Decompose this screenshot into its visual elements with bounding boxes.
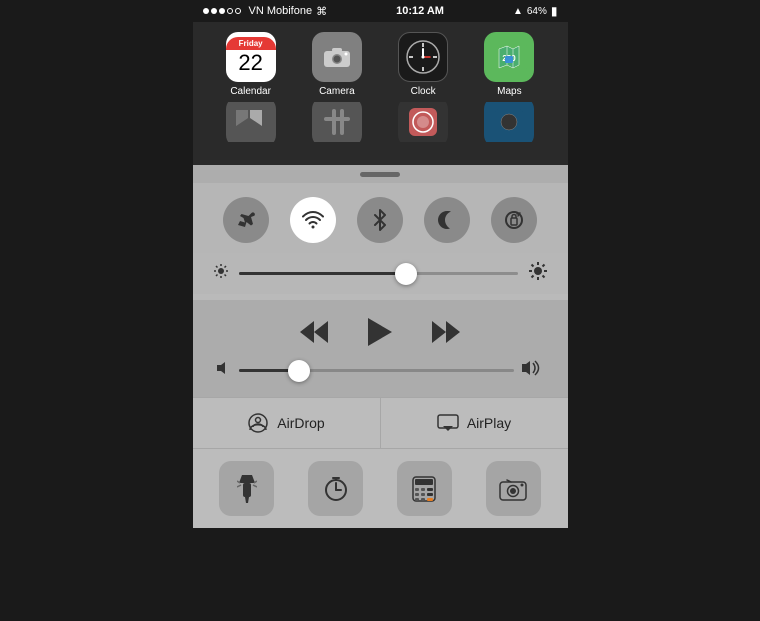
app-item-camera[interactable]: Camera: [307, 32, 367, 97]
flashlight-button[interactable]: [219, 461, 274, 516]
app-item-clock[interactable]: Clock: [393, 32, 453, 97]
dot3: [219, 8, 225, 14]
partial-icon-4: [484, 102, 534, 142]
app-item-calendar[interactable]: Friday 22 Calendar: [221, 32, 281, 97]
partial-app-row: [193, 102, 568, 142]
volume-low-icon: [217, 361, 231, 380]
status-right: ▲ 64% ▮: [513, 4, 558, 18]
toggle-row: [193, 183, 568, 253]
airdrop-icon: [247, 412, 269, 434]
camera-icon: [312, 32, 362, 82]
calendar-label: Calendar: [230, 86, 271, 97]
dot5: [235, 8, 241, 14]
bluetooth-button[interactable]: [357, 197, 403, 243]
fastforward-button[interactable]: [432, 321, 460, 343]
status-bar: VN Mobifone ⌘ 10:12 AM ▲ 64% ▮: [193, 0, 568, 22]
brightness-high-icon: [528, 261, 548, 286]
location-icon: ▲: [513, 6, 523, 17]
pull-handle-area[interactable]: [193, 165, 568, 183]
control-center: AirDrop AirPlay: [193, 183, 568, 528]
media-section: [193, 300, 568, 397]
status-time: 10:12 AM: [396, 5, 444, 17]
app-item-maps[interactable]: 280 Maps: [479, 32, 539, 97]
cal-date: 22: [238, 50, 262, 76]
brightness-fill: [239, 272, 406, 275]
do-not-disturb-button[interactable]: [424, 197, 470, 243]
camera-shortcut-button[interactable]: [486, 461, 541, 516]
volume-row: [213, 354, 548, 387]
maps-icon: 280: [484, 32, 534, 82]
signal-dots: [203, 8, 241, 14]
rotation-lock-button[interactable]: [491, 197, 537, 243]
carrier-name: VN Mobifone: [249, 5, 313, 17]
battery-icon: ▮: [551, 4, 558, 18]
airdrop-label: AirDrop: [277, 415, 324, 431]
airplay-button[interactable]: AirPlay: [381, 398, 568, 448]
bottom-toolbar: [193, 448, 568, 528]
calculator-button[interactable]: [397, 461, 452, 516]
play-button[interactable]: [368, 318, 392, 346]
partial-icon-3: [398, 102, 448, 142]
camera-label: Camera: [319, 86, 355, 97]
media-controls: [213, 310, 548, 354]
phone-screen: VN Mobifone ⌘ 10:12 AM ▲ 64% ▮ Friday 22…: [193, 0, 568, 621]
brightness-row: [193, 253, 568, 294]
dot1: [203, 8, 209, 14]
app-screen: VN Mobifone ⌘ 10:12 AM ▲ 64% ▮ Friday 22…: [193, 0, 568, 165]
airplay-icon: [437, 414, 459, 432]
partial-icon-2: [312, 102, 362, 142]
timer-button[interactable]: [308, 461, 363, 516]
cal-day: Friday: [226, 37, 276, 50]
pull-handle: [360, 172, 400, 177]
dot2: [211, 8, 217, 14]
wifi-button[interactable]: [290, 197, 336, 243]
volume-high-icon: [522, 360, 544, 381]
calendar-icon: Friday 22: [226, 32, 276, 82]
brightness-thumb[interactable]: [395, 263, 417, 285]
rewind-button[interactable]: [300, 321, 328, 343]
volume-thumb[interactable]: [288, 360, 310, 382]
status-left: VN Mobifone ⌘: [203, 5, 328, 18]
clock-label: Clock: [411, 86, 436, 97]
brightness-low-icon: [213, 263, 229, 284]
maps-label: Maps: [497, 86, 521, 97]
dot4: [227, 8, 233, 14]
app-icons-row: Friday 22 Calendar Camera: [193, 22, 568, 102]
airplane-mode-button[interactable]: [223, 197, 269, 243]
airdrop-airplay-row: AirDrop AirPlay: [193, 397, 568, 448]
partial-icon-1: [226, 102, 276, 142]
brightness-track[interactable]: [239, 272, 518, 275]
clock-icon: [398, 32, 448, 82]
volume-track[interactable]: [239, 369, 514, 372]
wifi-status-icon: ⌘: [316, 5, 327, 18]
airdrop-button[interactable]: AirDrop: [193, 398, 381, 448]
battery-percent: 64%: [527, 6, 547, 17]
airplay-label: AirPlay: [467, 415, 511, 431]
